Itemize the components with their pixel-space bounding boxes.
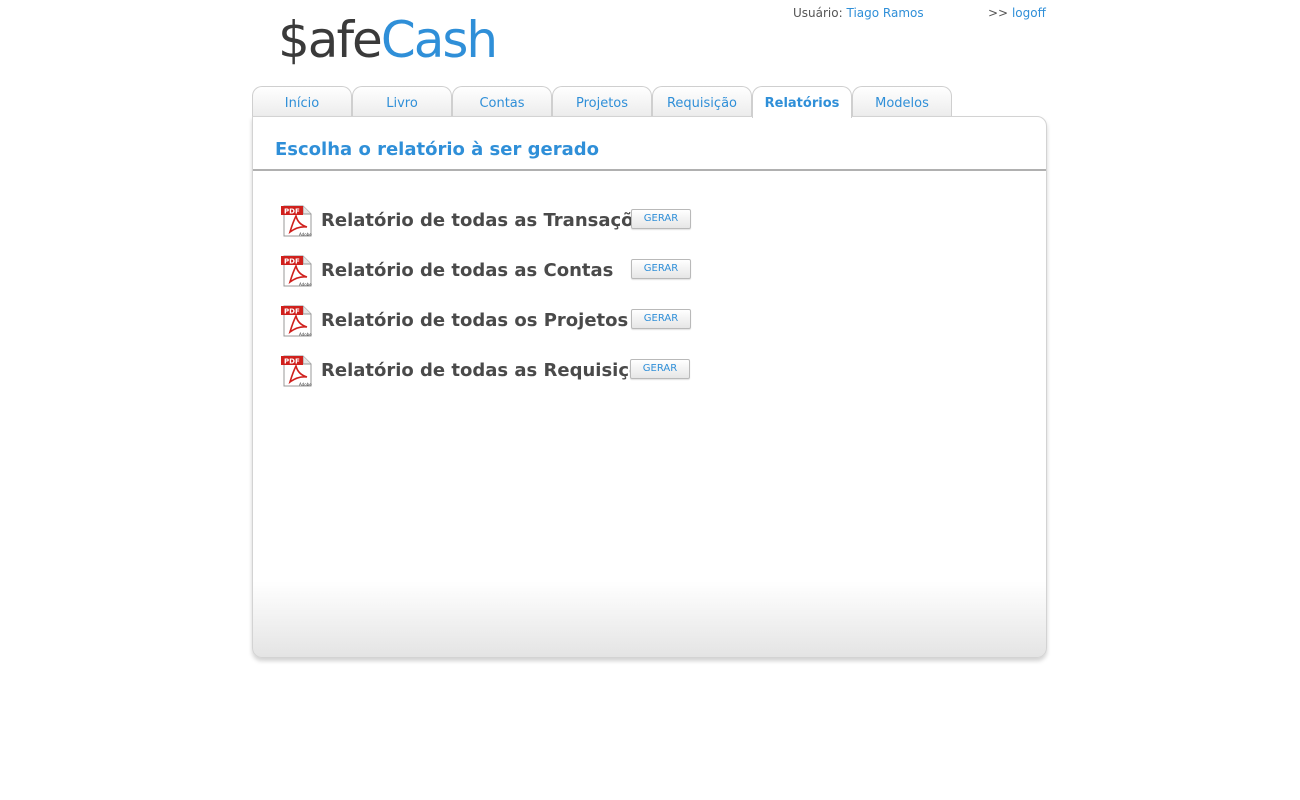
report-label-contas: Relatório de todas as Contas bbox=[321, 260, 614, 281]
user-label: Usuário: bbox=[793, 6, 843, 20]
svg-text:Adobe: Adobe bbox=[299, 332, 312, 337]
report-label-projetos: Relatório de todas os Projetos bbox=[321, 310, 629, 331]
pdf-icon: PDF Adobe bbox=[281, 205, 312, 237]
report-label-requisicoes: Relatório de todas as Requisições bbox=[321, 360, 665, 381]
report-row-transacoes: PDF Adobe Relatório de todas as Transaçõ… bbox=[281, 205, 781, 239]
report-row-projetos: PDF Adobe Relatório de todas os Projetos bbox=[281, 305, 781, 339]
tab-requisicao[interactable]: Requisição bbox=[652, 86, 752, 116]
svg-text:Adobe: Adobe bbox=[299, 382, 312, 387]
safecash-logo: $afeCash bbox=[278, 10, 498, 70]
tab-modelos[interactable]: Modelos bbox=[852, 86, 952, 116]
logo-part-safe: $afe bbox=[278, 11, 383, 69]
tab-projetos[interactable]: Projetos bbox=[552, 86, 652, 116]
gerar-button-transacoes[interactable]: GERAR bbox=[631, 209, 691, 229]
tab-inicio[interactable]: Início bbox=[252, 86, 352, 116]
tab-livro[interactable]: Livro bbox=[352, 86, 452, 116]
svg-text:PDF: PDF bbox=[284, 308, 300, 316]
user-name: Tiago Ramos bbox=[846, 6, 924, 20]
gerar-button-contas[interactable]: GERAR bbox=[631, 259, 691, 279]
reports-panel: Escolha o relatório à ser gerado PDF Ado… bbox=[252, 116, 1047, 658]
gerar-button-requisicoes[interactable]: GERAR bbox=[630, 359, 690, 379]
logo-part-cash: Cash bbox=[380, 11, 498, 69]
report-label-transacoes: Relatório de todas as Transações bbox=[321, 210, 657, 231]
title-divider bbox=[253, 169, 1046, 171]
pdf-icon: PDF Adobe bbox=[281, 305, 312, 337]
svg-text:Adobe: Adobe bbox=[299, 282, 312, 287]
svg-text:PDF: PDF bbox=[284, 208, 300, 216]
user-info: Usuário: Tiago Ramos bbox=[793, 6, 924, 20]
report-row-contas: PDF Adobe Relatório de todas as Contas bbox=[281, 255, 781, 289]
pdf-icon: PDF Adobe bbox=[281, 255, 312, 287]
logoff-link[interactable]: logoff bbox=[1012, 6, 1046, 20]
tab-relatorios[interactable]: Relatórios bbox=[752, 86, 852, 118]
report-row-requisicoes: PDF Adobe Relatório de todas as Requisiç… bbox=[281, 355, 781, 389]
svg-text:PDF: PDF bbox=[284, 358, 300, 366]
pdf-icon: PDF Adobe bbox=[281, 355, 312, 387]
logoff-prefix: >> bbox=[988, 6, 1009, 20]
svg-text:Adobe: Adobe bbox=[299, 232, 312, 237]
gerar-button-projetos[interactable]: GERAR bbox=[631, 309, 691, 329]
svg-text:PDF: PDF bbox=[284, 258, 300, 266]
logoff-area: >> logoff bbox=[988, 6, 1046, 20]
page-title: Escolha o relatório à ser gerado bbox=[275, 139, 599, 160]
tab-contas[interactable]: Contas bbox=[452, 86, 552, 116]
